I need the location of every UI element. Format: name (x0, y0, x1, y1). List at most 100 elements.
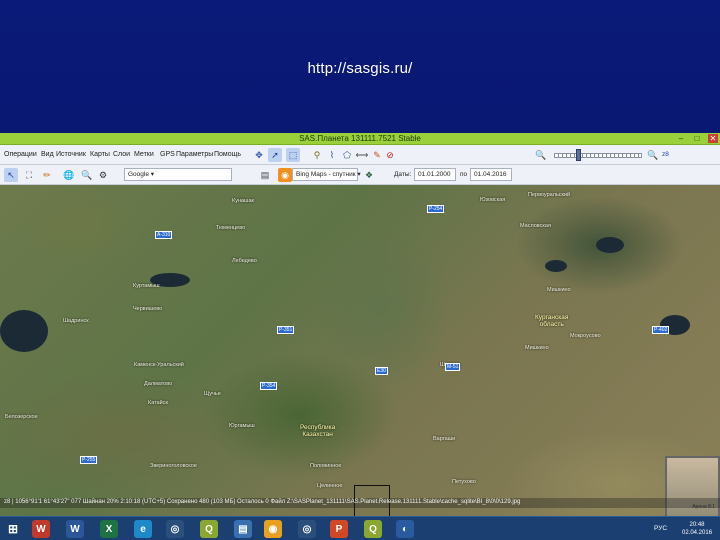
taskbar-app-network[interactable]: ◐ (396, 520, 414, 538)
map-place-label: Юргамыш (229, 423, 255, 429)
map-place-label: Кунашак (232, 198, 254, 204)
taskbar-app-word[interactable]: W (66, 520, 84, 538)
close-button[interactable]: ✕ (708, 134, 718, 143)
slide-url-text[interactable]: http://sasgis.ru/ (0, 60, 720, 77)
menu-gps[interactable]: GPS (160, 151, 175, 158)
road-badge: M-51 (445, 363, 461, 371)
move-tool-icon[interactable]: ✥ (252, 148, 266, 162)
map-place-label: Юзовская (480, 197, 506, 203)
map-place-label: Масловская (520, 223, 551, 229)
windows-taskbar: ⊞ W W X e ◎ Q ▤ ◉ ◎ P Q ◐ РУС 20:48 02.0… (0, 516, 720, 540)
map-place-label: Мокроусово (570, 333, 601, 339)
pin-icon[interactable]: ⚲ (310, 148, 324, 162)
globe-icon[interactable]: 🌐 (62, 168, 76, 182)
search-engine-value: Google (128, 171, 149, 178)
rss-icon[interactable]: ◉ (278, 168, 292, 182)
polygon-icon[interactable]: ⬠ (340, 148, 354, 162)
status-bar: z8 | 1056°91'1 61°43'27" 077 Шайнан 20% … (0, 498, 720, 508)
menu-layers[interactable]: Слои (113, 151, 130, 158)
options-icon[interactable]: ⚙ (96, 168, 110, 182)
map-place-label: Далматово (144, 381, 173, 387)
map-place-label: Тюменцево (216, 225, 246, 231)
taskbar-app-chrome[interactable]: ◉ (264, 520, 282, 538)
minimap[interactable]: Арена 8:1 (665, 456, 720, 522)
zoom-out-icon[interactable]: 🔍 (534, 148, 548, 162)
date-from-field[interactable]: 01.01.2000 (414, 168, 456, 181)
map-place-label: Звериноголовское (150, 463, 197, 469)
road-badge: A-310 (155, 231, 173, 239)
lake-area (596, 237, 624, 253)
clock-time: 20:48 (689, 522, 705, 528)
zoom-level-label: z8 (662, 151, 669, 158)
lake-area (0, 310, 48, 352)
minimize-button[interactable]: – (676, 134, 686, 143)
taskbar-app-sas-planet[interactable]: ◎ (166, 520, 184, 538)
satellite-map[interactable]: Кунашак Тюменцево Юзовская Масловская Ле… (0, 185, 720, 522)
title-bar: SAS.Планета 131111.7521 Stable – □ ✕ (0, 133, 720, 145)
region-label-kazakhstan: Республика Казахстан (300, 424, 336, 438)
tray-clock[interactable]: 20:48 02.04.2016 (682, 521, 712, 537)
road-badge: P-402 (652, 326, 670, 334)
taskbar-app-explorer[interactable]: ▤ (234, 520, 252, 538)
map-place-label: Щучье (204, 391, 221, 397)
map-place-label: Белозерское (5, 414, 38, 420)
search-engine-dropdown[interactable]: Google ▾ (124, 168, 232, 181)
pencil-icon[interactable]: ✏ (40, 168, 54, 182)
taskbar-app-ie[interactable]: e (134, 520, 152, 538)
sas-planet-window: SAS.Планета 131111.7521 Stable – □ ✕ Опе… (0, 133, 720, 540)
map-place-label: Половинное (310, 463, 342, 469)
zoom-slider-thumb[interactable] (576, 149, 581, 161)
date-to-field[interactable]: 01.04.2016 (470, 168, 512, 181)
start-button[interactable]: ⊞ (4, 520, 22, 538)
map-place-label: Первоуральский (528, 192, 571, 198)
fullscreen-icon[interactable]: ⛶ (22, 168, 36, 182)
menu-marks[interactable]: Метки (134, 151, 154, 158)
menu-operations[interactable]: Операции (4, 151, 37, 158)
road-badge: P-254 (427, 205, 445, 213)
map-source-dropdown[interactable]: Bing Maps - спутник ▾ (292, 168, 361, 181)
map-place-label: Мишкино (525, 345, 549, 351)
map-source-value: Bing Maps - спутник (296, 171, 356, 178)
menu-maps[interactable]: Карты (90, 151, 110, 158)
road-badge: P-354 (260, 382, 278, 390)
marks-icon[interactable]: ✎ (370, 148, 384, 162)
taskbar-app-qgis-2[interactable]: Q (364, 520, 382, 538)
taskbar-app-sas-planet-2[interactable]: ◎ (298, 520, 316, 538)
taskbar-app-excel[interactable]: X (100, 520, 118, 538)
road-badge: E30 (375, 367, 388, 375)
ruler-icon[interactable]: ⟷ (355, 148, 369, 162)
map-place-label: Целинное (317, 483, 343, 489)
cursor-icon[interactable]: ↖ (4, 168, 18, 182)
stop-icon[interactable]: ⊘ (383, 148, 397, 162)
menu-view[interactable]: Вид (41, 151, 54, 158)
lake-area (545, 260, 567, 272)
road-badge: P-255 (80, 456, 98, 464)
status-text: z8 | 1056°91'1 61°43'27" 077 Шайнан 20% … (4, 499, 521, 505)
layers-icon[interactable]: ▤ (258, 168, 272, 182)
taskbar-app-powerpoint[interactable]: P (330, 520, 348, 538)
menu-settings[interactable]: Параметры (176, 151, 213, 158)
menu-help[interactable]: Помощь (214, 151, 241, 158)
clock-date: 02.04.2016 (682, 530, 713, 536)
select-tool-icon[interactable]: ➚ (268, 148, 282, 162)
taskbar-app-qgis[interactable]: Q (200, 520, 218, 538)
search-icon[interactable]: 🔍 (80, 168, 94, 182)
map-place-label: Мишкино (547, 287, 571, 293)
sat-layer-icon[interactable]: ❖ (362, 168, 376, 182)
area-select-icon[interactable]: ⬚ (286, 148, 300, 162)
taskbar-app-word-2010[interactable]: W (32, 520, 50, 538)
zoom-in-icon[interactable]: 🔍 (646, 148, 660, 162)
tools-toolbar: ↖ ⛶ ✏ 🌐 🔍 ⚙ Google ▾ ▤ ◉ Bing Maps - спу… (0, 165, 720, 185)
menu-source[interactable]: Источник (56, 151, 86, 158)
map-place-label: Катайск (148, 400, 168, 406)
maximize-button[interactable]: □ (692, 134, 702, 143)
map-place-label: Петухово (452, 479, 476, 485)
map-place-label: Куртамыш (133, 283, 160, 289)
zoom-slider[interactable] (554, 153, 642, 158)
tray-language[interactable]: РУС (654, 525, 667, 532)
map-place-label: Каменск-Уральский (134, 362, 184, 368)
date-to-label: по (460, 171, 468, 178)
date-to-value: 01.04.2016 (474, 171, 507, 178)
map-place-label: Варгаши (433, 436, 456, 442)
path-icon[interactable]: ⌇ (325, 148, 339, 162)
